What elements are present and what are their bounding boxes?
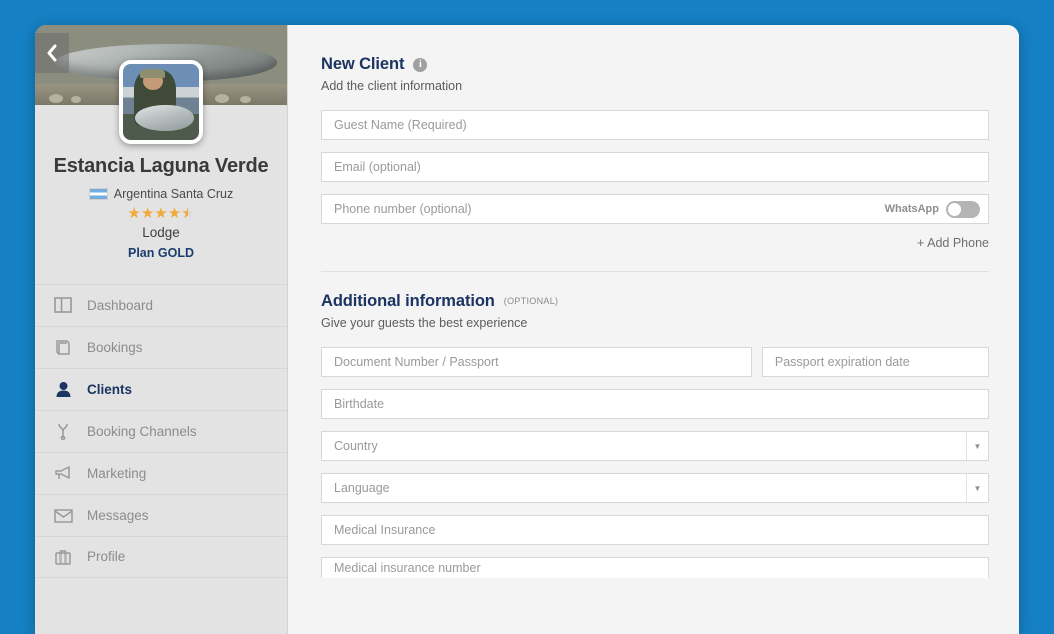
birthdate-placeholder: Birthdate (334, 397, 385, 411)
whatsapp-label: WhatsApp (884, 203, 939, 215)
sidebar-item-marketing[interactable]: Marketing (35, 451, 287, 494)
sidebar-item-messages[interactable]: Messages (35, 493, 287, 536)
country-row: Country ▼ (321, 431, 989, 461)
whatsapp-toggle[interactable] (946, 200, 980, 218)
main-content: New Client i Add the client information … (288, 25, 1019, 634)
document-row: Document Number / Passport Passport expi… (321, 347, 989, 377)
location-text: Argentina Santa Cruz (113, 187, 234, 201)
channels-icon (53, 421, 73, 441)
avatar[interactable] (119, 60, 203, 144)
guest-name-placeholder: Guest Name (Required) (334, 118, 467, 132)
email-row: Email (optional) (321, 152, 989, 182)
passport-expiration-placeholder: Passport expiration date (774, 355, 910, 369)
language-select[interactable]: Language ▼ (321, 473, 989, 503)
document-number-placeholder: Document Number / Passport (334, 355, 499, 369)
envelope-icon (53, 505, 73, 525)
passport-expiration-input[interactable]: Passport expiration date (761, 347, 989, 377)
new-client-subtitle: Add the client information (321, 79, 463, 93)
country-placeholder: Country (334, 439, 378, 453)
sidebar-item-label: Marketing (87, 465, 147, 481)
document-number-input[interactable]: Document Number / Passport (321, 347, 752, 377)
phone-row: Phone number (optional) WhatsApp (321, 194, 989, 224)
sidebar-item-label: Bookings (87, 339, 143, 355)
sidebar-item-label: Profile (87, 549, 126, 564)
sidebar-item-label: Booking Channels (87, 423, 197, 439)
lodge-name: Estancia Laguna Verde (53, 155, 269, 177)
guest-name-row: Guest Name (Required) (321, 110, 989, 140)
app-frame: Estancia Laguna Verde Argentina Santa Cr… (0, 0, 1054, 634)
sidebar-item-dashboard[interactable]: Dashboard (35, 283, 287, 326)
phone-input[interactable]: Phone number (optional) WhatsApp (321, 194, 989, 224)
email-placeholder: Email (optional) (334, 160, 421, 174)
rating-stars: ★★★★★ (45, 204, 277, 224)
sidebar-item-bookings[interactable]: Bookings (35, 325, 287, 368)
sidebar-item-profile[interactable]: Profile (35, 535, 287, 578)
medical-insurance-number-placeholder: Medical insurance number (334, 561, 481, 575)
sidebar-item-label: Messages (87, 507, 149, 523)
language-placeholder: Language (334, 481, 390, 495)
book-icon (53, 337, 73, 357)
medical-insurance-number-row: Medical insurance number (321, 557, 989, 578)
chevron-left-icon (47, 44, 57, 62)
add-phone-button[interactable]: + Add Phone (321, 236, 989, 250)
medical-insurance-placeholder: Medical Insurance (334, 523, 436, 537)
medical-insurance-input[interactable]: Medical Insurance (321, 515, 989, 545)
new-client-header: New Client i (321, 55, 989, 74)
plan-badge: Plan GOLD (128, 245, 194, 260)
sidebar-nav: Dashboard Bookings Clients Booking Chann… (35, 283, 287, 578)
app-window: Estancia Laguna Verde Argentina Santa Cr… (35, 25, 1019, 634)
page-title: New Client (321, 55, 405, 73)
sidebar-item-clients[interactable]: Clients (35, 367, 287, 410)
sidebar-item-label: Dashboard (87, 297, 154, 313)
additional-info-subtitle: Give your guests the best experience (321, 316, 528, 330)
medical-insurance-number-input[interactable]: Medical insurance number (321, 557, 989, 578)
back-button[interactable] (35, 33, 69, 73)
language-row: Language ▼ (321, 473, 989, 503)
additional-info-title: Additional information (321, 292, 495, 310)
birthdate-row: Birthdate (321, 389, 989, 419)
sidebar-item-label: Clients (87, 381, 133, 397)
email-input[interactable]: Email (optional) (321, 152, 989, 182)
location-row: Argentina Santa Cruz (45, 187, 277, 201)
guest-name-input[interactable]: Guest Name (Required) (321, 110, 989, 140)
phone-placeholder: Phone number (optional) (334, 202, 472, 216)
argentina-flag-icon (88, 188, 108, 200)
chevron-down-icon: ▼ (966, 474, 988, 502)
country-select[interactable]: Country ▼ (321, 431, 989, 461)
additional-info-fields: Document Number / Passport Passport expi… (321, 347, 989, 578)
lodge-type: Lodge (142, 224, 180, 240)
briefcase-icon (53, 547, 73, 567)
sidebar: Estancia Laguna Verde Argentina Santa Cr… (35, 25, 288, 634)
medical-insurance-row: Medical Insurance (321, 515, 989, 545)
person-icon (53, 379, 73, 399)
additional-info-header: Additional information (OPTIONAL) (321, 292, 989, 311)
new-client-fields: Guest Name (Required) Email (optional) P… (321, 110, 989, 224)
info-icon[interactable]: i (413, 57, 428, 72)
megaphone-icon (53, 463, 73, 483)
dashboard-icon (53, 295, 73, 315)
section-divider (321, 271, 989, 272)
sidebar-item-booking-channels[interactable]: Booking Channels (35, 409, 287, 452)
birthdate-input[interactable]: Birthdate (321, 389, 989, 419)
optional-tag: (OPTIONAL) (503, 296, 559, 306)
chevron-down-icon: ▼ (966, 432, 988, 460)
